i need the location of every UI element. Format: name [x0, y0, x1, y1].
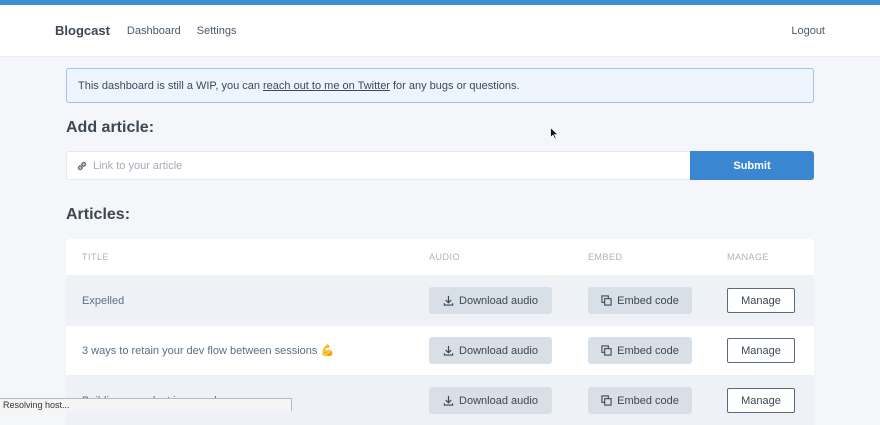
download-audio-button[interactable]: Download audio: [429, 287, 552, 314]
nav-link-dashboard[interactable]: Dashboard: [127, 25, 181, 37]
table-row: Expelled Download audio Embed code Manag…: [66, 275, 814, 325]
article-title[interactable]: 3 ways to retain your dev flow between s…: [82, 344, 334, 357]
download-icon: [443, 295, 454, 306]
main-content: This dashboard is still a WIP, you can r…: [66, 68, 814, 425]
table-row: 3 ways to retain your dev flow between s…: [66, 325, 814, 375]
nav-link-settings[interactable]: Settings: [197, 25, 237, 37]
manage-button[interactable]: Manage: [727, 338, 795, 363]
submit-button[interactable]: Submit: [690, 151, 814, 180]
embed-code-label: Embed code: [617, 394, 679, 407]
manage-button[interactable]: Manage: [727, 388, 795, 413]
embed-code-button[interactable]: Embed code: [588, 337, 692, 364]
download-icon: [443, 345, 454, 356]
mouse-pointer-icon: [550, 127, 559, 140]
add-article-form: Submit: [66, 151, 814, 180]
articles-heading: Articles:: [66, 206, 131, 223]
url-input-wrapper: [66, 151, 690, 180]
copy-icon: [601, 295, 612, 306]
table-header: TITLE AUDIO EMBED MANAGE: [66, 239, 814, 275]
link-icon: [77, 161, 87, 170]
copy-icon: [601, 345, 612, 356]
embed-code-button[interactable]: Embed code: [588, 287, 692, 314]
notice-text-before: This dashboard is still a WIP, you can: [78, 79, 260, 92]
copy-icon: [601, 395, 612, 406]
manage-button[interactable]: Manage: [727, 288, 795, 313]
column-header-embed: EMBED: [588, 252, 623, 262]
twitter-link[interactable]: reach out to me on Twitter: [263, 80, 390, 92]
download-audio-button[interactable]: Download audio: [429, 337, 552, 364]
download-audio-label: Download audio: [459, 344, 538, 357]
navbar: Blogcast Dashboard Settings Logout: [0, 5, 880, 57]
column-header-title: TITLE: [82, 252, 110, 262]
article-url-input[interactable]: [93, 159, 690, 172]
download-audio-button[interactable]: Download audio: [429, 387, 552, 414]
column-header-audio: AUDIO: [429, 252, 461, 262]
embed-code-label: Embed code: [617, 294, 679, 307]
add-article-heading: Add article:: [66, 119, 155, 136]
embed-code-label: Embed code: [617, 344, 679, 357]
browser-status-bar: Resolving host...: [0, 398, 292, 411]
wip-notice: This dashboard is still a WIP, you can r…: [66, 68, 814, 103]
download-icon: [443, 395, 454, 406]
logout-link[interactable]: Logout: [791, 25, 825, 37]
download-audio-label: Download audio: [459, 394, 538, 407]
brand-logo[interactable]: Blogcast: [55, 23, 110, 38]
download-audio-label: Download audio: [459, 294, 538, 307]
notice-text-after: for any bugs or questions.: [392, 79, 520, 92]
article-title[interactable]: Expelled: [82, 295, 124, 307]
column-header-manage: MANAGE: [727, 252, 770, 262]
embed-code-button[interactable]: Embed code: [588, 387, 692, 414]
